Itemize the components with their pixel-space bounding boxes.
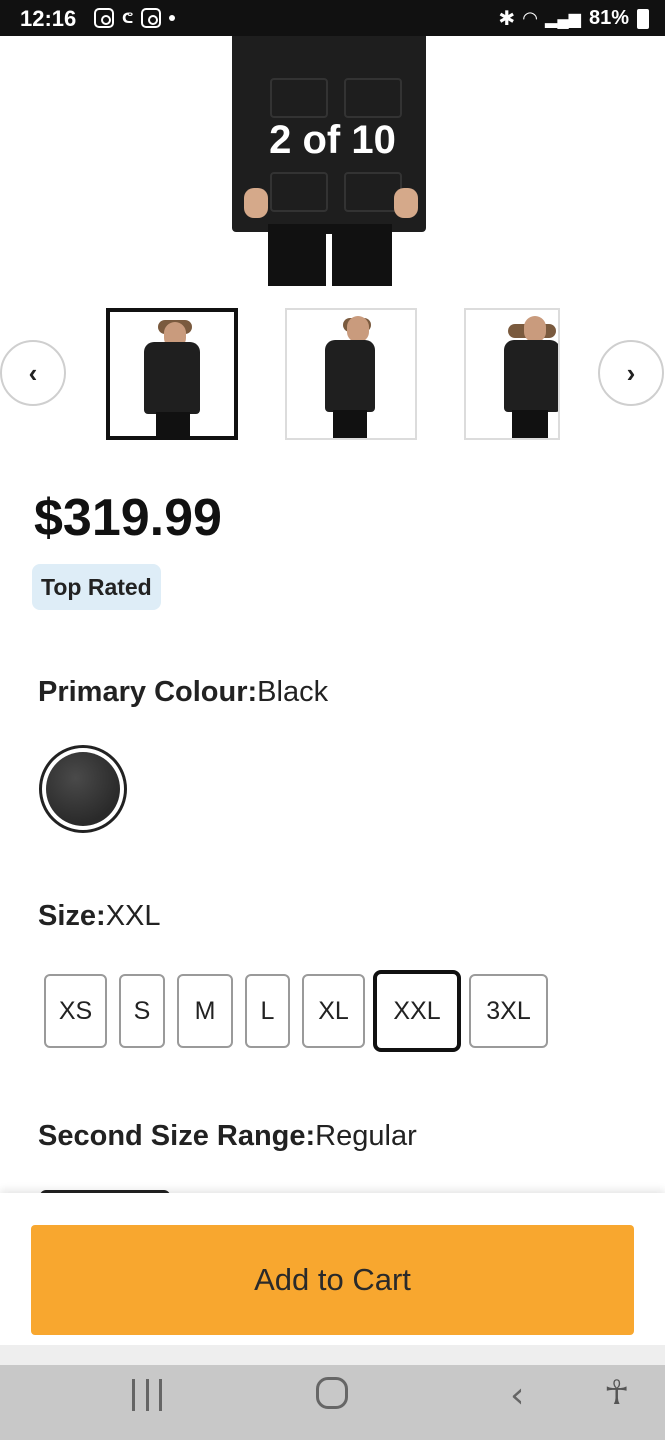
size-value: XXL	[105, 900, 161, 932]
model-head	[347, 316, 369, 342]
model-head	[524, 316, 546, 342]
model-body	[144, 342, 200, 414]
size-option-3xl[interactable]: 3XL	[469, 974, 548, 1048]
battery-icon	[637, 8, 649, 29]
size-option-m[interactable]: M	[177, 974, 233, 1048]
status-time: 12:16	[20, 6, 77, 31]
instagram-icon	[94, 8, 114, 28]
size-option-xxl[interactable]: XXL	[373, 970, 461, 1052]
previous-thumbnail-button[interactable]: ‹	[0, 340, 66, 406]
size-option-s[interactable]: S	[119, 974, 165, 1048]
signal-icon: ▂▄▆	[545, 10, 581, 28]
status-bar: 12:16 ᕦ ✱ ◠ ▂▄▆ 81%	[0, 0, 665, 36]
model-legs	[512, 410, 548, 438]
swatch-fill	[46, 752, 120, 826]
size-label: Size:	[38, 900, 106, 932]
thumbnail-side[interactable]	[285, 308, 417, 440]
recent-apps-button[interactable]	[132, 1379, 162, 1411]
next-thumbnail-button[interactable]: ›	[598, 340, 664, 406]
model-legs	[156, 412, 190, 436]
coat-pocket	[270, 78, 328, 118]
chevron-right-icon: ›	[626, 357, 636, 388]
bluetooth-icon: ✱	[498, 8, 516, 30]
back-button[interactable]: ‹	[510, 1375, 524, 1416]
size-label-row: Size:XXL	[38, 900, 161, 933]
bottom-gap	[0, 1345, 665, 1365]
model-body	[504, 340, 558, 412]
colour-value: Black	[257, 676, 329, 708]
size-range-value: Regular	[315, 1120, 417, 1152]
size-option-xl[interactable]: XL	[302, 974, 365, 1048]
size-option-xs[interactable]: XS	[44, 974, 107, 1048]
recent-line	[159, 1379, 162, 1411]
size-range-label: Second Size Range:	[38, 1120, 316, 1152]
recent-line	[145, 1379, 149, 1411]
cart-bar: Add to Cart	[0, 1193, 665, 1345]
coat-pocket	[344, 78, 402, 118]
product-price: $319.99	[34, 489, 222, 547]
colour-swatch-black[interactable]	[39, 745, 127, 833]
system-navigation-bar: ‹ ☥	[0, 1365, 665, 1440]
thumbnail-front[interactable]	[106, 308, 238, 440]
recent-line	[132, 1379, 135, 1411]
notification-extra: ᕦ	[122, 9, 134, 26]
instagram-icon-2	[141, 8, 162, 28]
second-size-range-row: Second Size Range:Regular	[38, 1120, 417, 1153]
image-counter: 2 of 10	[269, 118, 396, 162]
notification-icons: ᕦ	[94, 8, 176, 28]
model-body	[325, 340, 375, 412]
hand	[394, 188, 418, 218]
add-to-cart-button[interactable]: Add to Cart	[31, 1225, 634, 1335]
home-button[interactable]	[316, 1377, 348, 1409]
battery-text: 81%	[588, 7, 629, 29]
legs	[268, 224, 392, 286]
product-main-image[interactable]: 2 of 10	[0, 36, 665, 286]
primary-colour-label: Primary Colour:Black	[38, 676, 328, 709]
coat-pocket	[270, 172, 328, 212]
wifi-icon: ◠	[523, 8, 538, 28]
top-rated-badge: Top Rated	[32, 564, 161, 610]
chevron-left-icon: ‹	[28, 357, 38, 388]
size-option-l[interactable]: L	[245, 974, 290, 1048]
status-right: ✱ ◠ ▂▄▆ 81%	[498, 6, 649, 31]
accessibility-icon[interactable]: ☥	[604, 1373, 629, 1413]
thumbnail-carousel: ‹ ›	[0, 306, 665, 442]
thumbnail-back[interactable]	[464, 308, 560, 440]
model-legs	[333, 410, 367, 438]
more-notifications-dot	[169, 15, 176, 21]
hand	[244, 188, 268, 218]
colour-label: Primary Colour:	[38, 676, 258, 708]
